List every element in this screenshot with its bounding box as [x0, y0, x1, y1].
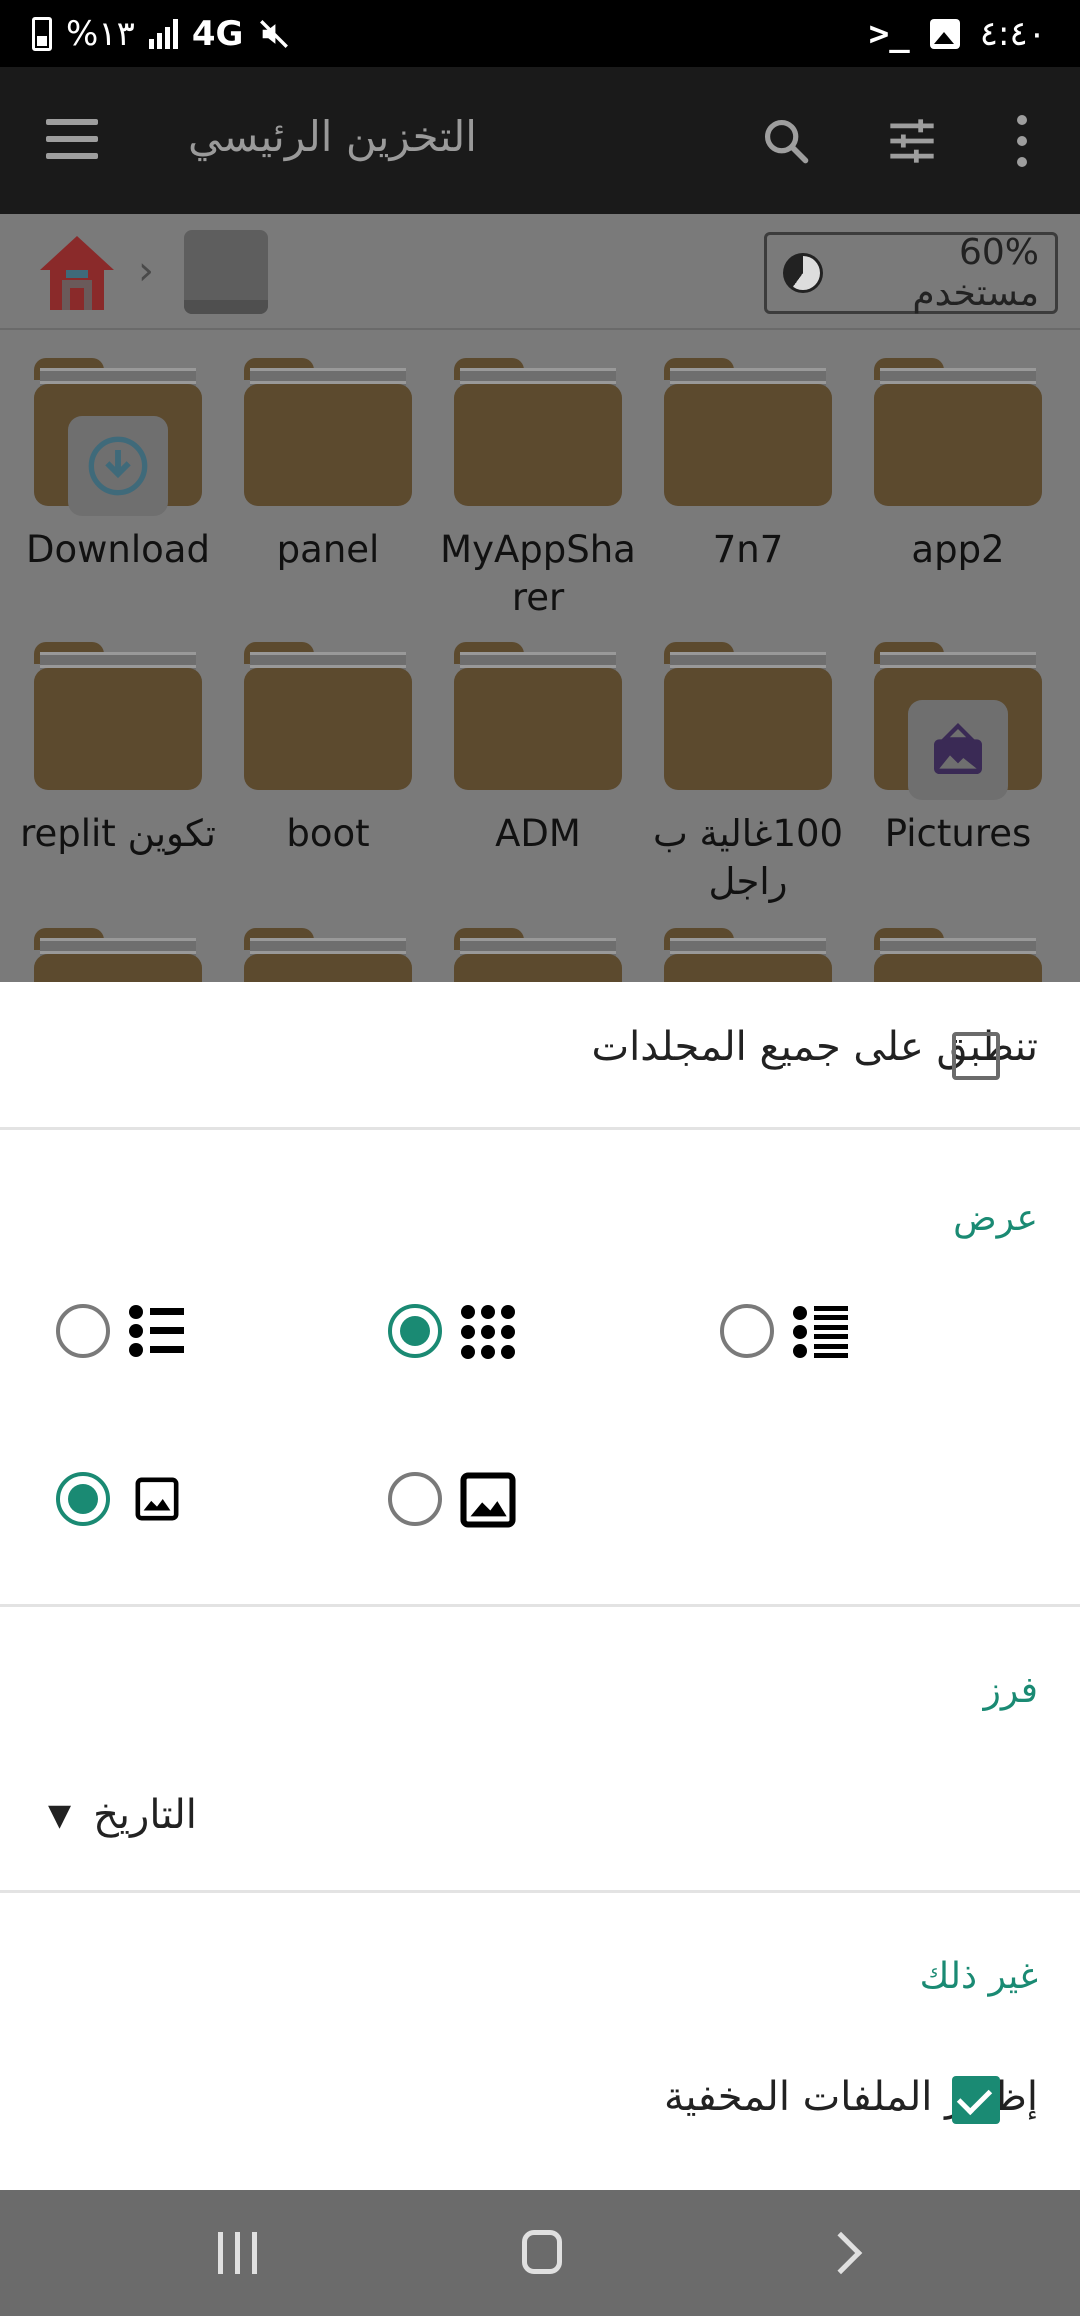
search-icon[interactable] — [760, 115, 812, 167]
home-button-icon[interactable] — [522, 2230, 562, 2274]
folder-pictures[interactable] — [874, 642, 1042, 800]
folder-partial[interactable] — [874, 928, 1042, 982]
clock: ٤:٤٠ — [979, 14, 1046, 54]
list-icon — [129, 1305, 184, 1357]
app-bar: التخزين الرئيسي — [0, 67, 1080, 214]
folder-label: ADM — [495, 812, 581, 855]
folder-partial[interactable] — [34, 928, 202, 982]
menu-icon[interactable] — [46, 119, 98, 159]
network-type: 4G — [191, 14, 244, 54]
view-section-header: عرض — [953, 1198, 1038, 1239]
small-thumbnail-icon — [135, 1477, 179, 1521]
folder-partial[interactable] — [454, 928, 622, 982]
thumb-large-radio[interactable] — [388, 1472, 442, 1526]
folder-app2[interactable] — [874, 358, 1042, 506]
folder-adm[interactable] — [454, 642, 622, 790]
page-title: التخزين الرئيسي — [188, 112, 477, 161]
large-thumbnail-icon — [460, 1472, 516, 1528]
folder-panel[interactable] — [244, 358, 412, 506]
storage-drive-icon[interactable] — [184, 230, 268, 314]
breadcrumb: › 60% مستخدم — [0, 214, 1080, 330]
thumb-small-radio[interactable] — [56, 1472, 110, 1526]
folder-download[interactable] — [34, 358, 202, 516]
show-hidden-checkbox[interactable] — [952, 2076, 1000, 2124]
dropdown-arrow-icon: ▼ — [48, 1797, 72, 1833]
usage-label: 60% مستخدم — [912, 232, 1039, 314]
folder-label: panel — [276, 528, 380, 571]
folder-partial[interactable] — [664, 928, 832, 982]
folder-replit[interactable] — [34, 642, 202, 790]
battery-percent: %١٣ — [66, 14, 135, 54]
sort-value: التاريخ — [93, 1792, 197, 1838]
view-grid-radio[interactable] — [388, 1304, 442, 1358]
folder-label: Pictures — [884, 812, 1032, 855]
grid-icon — [461, 1305, 515, 1359]
image-notification-icon — [929, 19, 960, 49]
file-grid: Download panel MyAppSharer 7n7 app2 تكوي… — [0, 330, 1080, 982]
sort-dropdown[interactable]: ▼ التاريخ — [48, 1792, 197, 1838]
divider — [0, 1890, 1080, 1893]
more-vert-icon[interactable] — [1006, 115, 1038, 167]
folder-label: 7n7 — [712, 528, 784, 571]
view-list-radio[interactable] — [56, 1304, 110, 1358]
folder-label: Download — [26, 528, 210, 571]
folder-label: تكوين replit — [20, 812, 216, 855]
apply-all-checkbox[interactable] — [952, 1032, 1000, 1080]
terminal-icon: >_ — [868, 14, 910, 54]
other-section-header: غير ذلك — [919, 1956, 1038, 1997]
view-detailed-radio[interactable] — [720, 1304, 774, 1358]
view-settings-sheet: تنطبق على جميع المجلدات عرض فرز ▼ التاري… — [0, 982, 1080, 2190]
download-icon — [68, 416, 168, 516]
back-chevron-icon[interactable] — [819, 2231, 863, 2275]
recent-apps-icon[interactable] — [218, 2232, 257, 2274]
divider — [0, 1604, 1080, 1607]
folder-boot[interactable] — [244, 642, 412, 790]
usage-pie-icon — [783, 253, 823, 293]
system-nav-bar — [0, 2190, 1080, 2316]
folder-label: MyAppSharer — [440, 528, 636, 619]
sort-section-header: فرز — [983, 1670, 1038, 1711]
folder-myappsharer[interactable] — [454, 358, 622, 506]
folder-partial[interactable] — [244, 928, 412, 982]
storage-usage-badge[interactable]: 60% مستخدم — [764, 232, 1058, 314]
folder-label: boot — [286, 812, 370, 855]
folder-label: 100غالية ب راجل — [652, 812, 844, 903]
battery-icon — [32, 17, 52, 51]
mute-icon — [260, 20, 289, 48]
detailed-list-icon — [793, 1306, 848, 1358]
folder-7n7[interactable] — [664, 358, 832, 506]
apply-all-row[interactable]: تنطبق على جميع المجلدات — [0, 982, 1080, 1130]
image-icon — [908, 700, 1008, 800]
home-icon[interactable] — [36, 232, 118, 312]
status-bar: %١٣ 4G >_ ٤:٤٠ — [0, 0, 1080, 67]
chevron-right-icon: › — [138, 248, 154, 294]
tune-icon[interactable] — [886, 115, 938, 167]
folder-label: app2 — [911, 528, 1005, 571]
signal-icon — [148, 19, 178, 49]
folder-100[interactable] — [664, 642, 832, 790]
